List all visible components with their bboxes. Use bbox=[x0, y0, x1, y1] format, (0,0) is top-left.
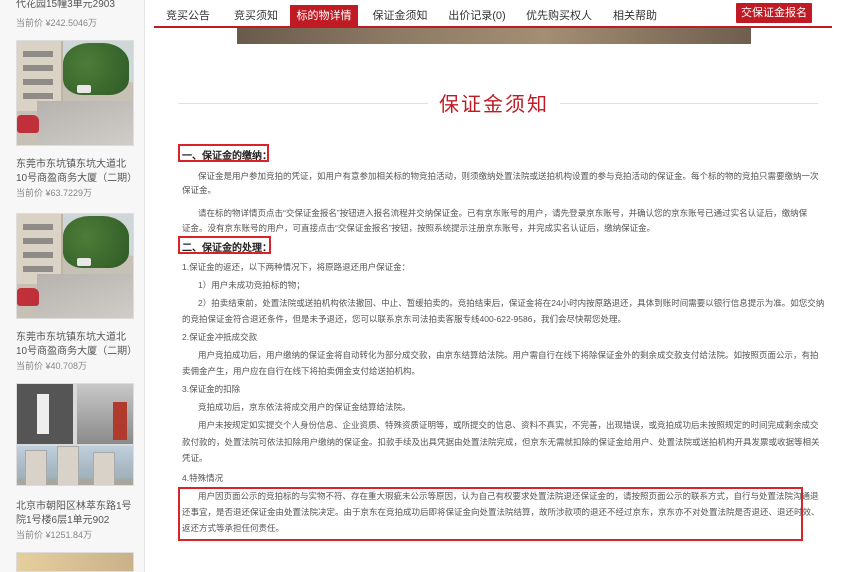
tab-bid-records[interactable]: 出价记录(0) bbox=[444, 5, 510, 27]
tab-help[interactable]: 相关帮助 bbox=[606, 5, 664, 27]
paragraph-line: 请在标的物详情页点击“交保证金报名”按钮进入报名流程并交纳保证金。已有京东账号的… bbox=[198, 208, 808, 218]
paragraph-line: 用户竞拍成功后，用户缴纳的保证金将自动转化为部分成交款，由京东结算给法院。用户需… bbox=[198, 350, 819, 360]
sidebar-item[interactable]: 东莞市东坑镇东坑大道北10号商盈商务大厦（二期）3幢商业, 当前价 ¥40.70… bbox=[16, 213, 134, 373]
sidebar: 代花园15幢3单元2903 当前价 ¥242.5046万 东莞市东坑镇东坑大道北… bbox=[0, 0, 145, 572]
paragraph-line: 1.保证金的返还，以下两种情况下，将原路退还用户保证金： bbox=[182, 262, 411, 272]
paragraph-line: 1）用户未成功竞拍标的物； bbox=[198, 280, 305, 290]
item-price: 当前价 ¥242.5046万 bbox=[16, 18, 98, 28]
item-title[interactable]: 代花园15幢3单元2903 bbox=[16, 0, 134, 12]
paragraph-line: 竞拍成功后，京东依法将成交用户的保证金结算给法院。 bbox=[198, 402, 411, 412]
paragraph-line: 款付款的，处置法院可依法扣除用户缴纳的保证金。扣款手续及出具凭据由处置法院完成，… bbox=[182, 437, 820, 447]
paragraph-line: 还事宜，是否退还保证金由处置法院决定。由于京东在竞拍成功后即将保证金向处置法院结… bbox=[182, 507, 820, 517]
tab-priority-buyers[interactable]: 优先购买权人 bbox=[520, 5, 598, 27]
item-price: 当前价 ¥63.7229万 bbox=[16, 188, 93, 198]
property-photo[interactable] bbox=[16, 40, 134, 146]
tab-item-details[interactable]: 标的物详情 bbox=[290, 5, 358, 27]
page-title: 保证金须知 bbox=[439, 92, 549, 116]
sidebar-item[interactable]: 北京市朝阳区林萃东路1号院1号楼6层1单元902（201.46㎡） 当前价 ¥1… bbox=[16, 383, 134, 542]
paragraph-line: 证金。没有京东账号的用户，可直接点击“交保证金报名”按钮，按照系统提示注册京东账… bbox=[182, 223, 656, 233]
detail-tabs: 竞买公告 竞买须知 标的物详情 保证金须知 出价记录(0) 优先购买权人 相关帮… bbox=[154, 0, 832, 28]
paragraph-line: 2）拍卖结束前，处置法院或送拍机构依法撤回、中止、暂缓拍卖的。竞拍结束后，保证金… bbox=[198, 298, 825, 308]
tab-auction-notice[interactable]: 竞买公告 bbox=[158, 5, 218, 27]
paragraph-line: 保证金。 bbox=[182, 185, 217, 195]
paragraph-line: 3.保证金的扣除 bbox=[182, 384, 241, 394]
paragraph-line: 用户因页面公示的竞拍标的与实物不符、存在重大瑕疵未公示等原因，认为自己有权要求处… bbox=[198, 491, 819, 501]
section-heading: 一、保证金的缴纳： bbox=[182, 151, 272, 162]
paragraph-line: 卖佣金产生，用户应在自行在线下将拍卖佣金支付给送拍机构。 bbox=[182, 366, 421, 376]
paragraph-line: 4.特殊情况 bbox=[182, 473, 224, 483]
paragraph-line: 返还方式等承担任何责任。 bbox=[182, 523, 285, 533]
banner-image-strip bbox=[237, 28, 751, 44]
sidebar-item[interactable] bbox=[16, 552, 134, 572]
paragraph-line: 用户未按规定如实提交个人身份信息、企业资质、特殊资质证明等，或所提交的信息、资料… bbox=[198, 420, 819, 430]
paragraph-line: 凭证。 bbox=[182, 453, 208, 463]
tab-deposit-notice[interactable]: 保证金须知 bbox=[366, 5, 434, 27]
property-photo[interactable] bbox=[16, 213, 134, 319]
sidebar-item[interactable]: 东莞市东坑镇东坑大道北10号商盈商务大厦（二期）3幢商业, 当前价 ¥63.72… bbox=[16, 40, 134, 200]
paragraph-line: 2.保证金冲抵成交款 bbox=[182, 332, 258, 342]
tab-bid-instructions[interactable]: 竞买须知 bbox=[226, 5, 286, 27]
item-price: 当前价 ¥40.708万 bbox=[16, 361, 88, 371]
item-title[interactable]: 东莞市东坑镇东坑大道北10号商盈商务大厦（二期）3幢商业, bbox=[16, 331, 134, 359]
item-title[interactable]: 东莞市东坑镇东坑大道北10号商盈商务大厦（二期）3幢商业, bbox=[16, 158, 134, 186]
pay-deposit-button[interactable]: 交保证金报名 bbox=[736, 3, 812, 23]
paragraph-line: 保证金是用户参加竞拍的凭证，如用户有意参加相关标的物竞拍活动，则须缴纳处置法院或… bbox=[198, 171, 819, 181]
paragraph-line: 的竞拍保证金符合退还条件，但是未予退还，您可以联系京东司法拍卖客服专线400-6… bbox=[182, 314, 626, 324]
section-heading: 二、保证金的处理： bbox=[182, 243, 272, 254]
property-photo[interactable] bbox=[16, 383, 134, 486]
item-price: 当前价 ¥1251.84万 bbox=[16, 530, 93, 540]
property-photo[interactable] bbox=[16, 552, 134, 572]
sidebar-item[interactable]: 代花园15幢3单元2903 当前价 ¥242.5046万 bbox=[16, 0, 134, 30]
item-title[interactable]: 北京市朝阳区林萃东路1号院1号楼6层1单元902（201.46㎡） bbox=[16, 500, 134, 528]
